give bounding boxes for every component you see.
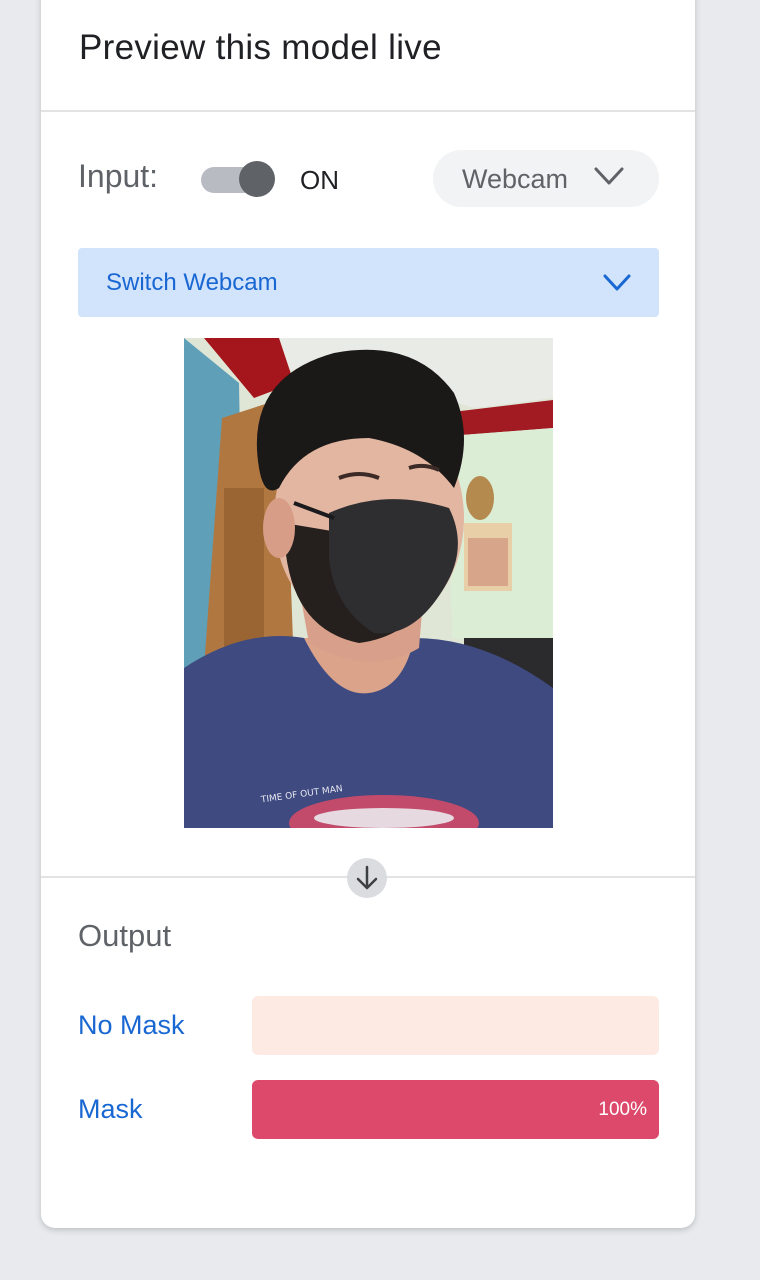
class-label-mask: Mask [78, 1094, 143, 1124]
toggle-knob [239, 161, 275, 197]
input-source-value: Webcam [462, 164, 569, 194]
chevron-down-icon [594, 167, 624, 185]
class-label-no-mask: No Mask [78, 1010, 185, 1040]
header-divider [41, 110, 695, 112]
switch-webcam-dropdown[interactable]: Switch Webcam [78, 248, 659, 317]
arrow-down-icon [356, 865, 378, 890]
flow-arrow [347, 858, 387, 898]
panel-title: Preview this model live [79, 28, 442, 67]
confidence-percent: 100% [598, 1099, 647, 1120]
webcam-preview: TIME OF OUT MAN [184, 338, 553, 828]
input-source-select[interactable]: Webcam [433, 150, 659, 207]
confidence-bar-mask: 100% [252, 1080, 659, 1139]
input-label: Input: [78, 158, 159, 194]
preview-panel: Preview this model live Input: ON Webcam… [41, 0, 695, 1228]
webcam-preview-image: TIME OF OUT MAN [184, 338, 553, 828]
confidence-bar-no-mask [252, 996, 659, 1055]
switch-webcam-label: Switch Webcam [106, 269, 278, 296]
input-toggle[interactable] [201, 161, 275, 199]
output-title: Output [78, 918, 172, 953]
toggle-state-label: ON [300, 165, 339, 195]
chevron-down-icon [603, 274, 631, 291]
